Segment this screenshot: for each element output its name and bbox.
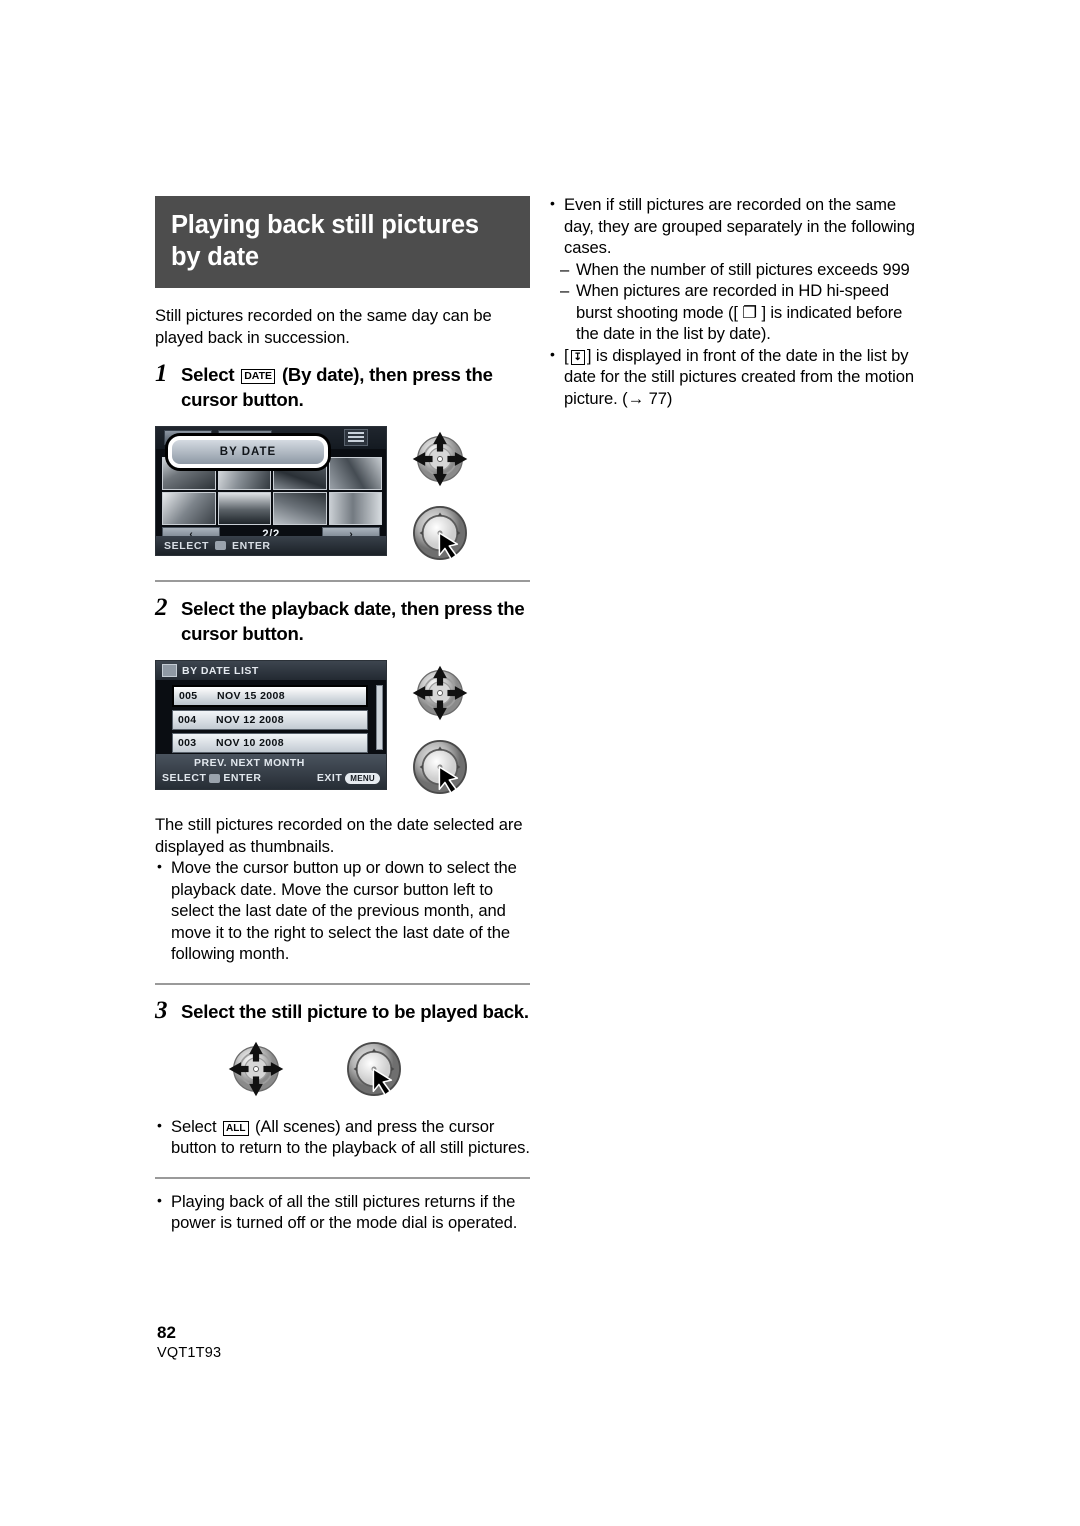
lcd2-bottom-bar: PREV. NEXT MONTH SELECT ENTER EXIT MENU <box>156 754 386 789</box>
step-3-bullet-list: Select ALL (All scenes) and press the cu… <box>155 1115 530 1159</box>
step-2: 2 Select the playback date, then press t… <box>155 595 530 646</box>
photo-mode-icon <box>162 664 177 677</box>
bracket-open: [ <box>564 345 569 365</box>
lcd2-select-enter: SELECT ENTER <box>162 772 262 784</box>
motion-picture-capture-icon: ↧ <box>570 349 585 365</box>
step-2-illustration: BY DATE LIST 005 NOV 15 2008 004 NOV 12 … <box>155 660 530 798</box>
lcd-screenshot-by-date-list: BY DATE LIST 005 NOV 15 2008 004 NOV 12 … <box>155 660 387 790</box>
step-1-text: Select DATE (By date), then press the cu… <box>181 361 530 412</box>
all-icon: ALL <box>223 1120 249 1136</box>
lcd-screenshot-by-date-grid: BY DATE ‹ 2/2 › SELECT ENTER <box>155 426 387 556</box>
step-3-illustration <box>225 1038 530 1100</box>
page-reference: 77 <box>648 388 667 408</box>
list-item: Select ALL (All scenes) and press the cu… <box>155 1115 530 1159</box>
step-1-number: 1 <box>155 360 168 387</box>
thumbnail <box>217 492 271 525</box>
cursor-button-4way-icon <box>412 431 468 487</box>
final-bullet-list: Playing back of all the still pictures r… <box>155 1190 530 1234</box>
list-item: Playing back of all the still pictures r… <box>155 1190 530 1234</box>
cursor-button-press-icon <box>413 506 467 560</box>
section-heading-line2: by date <box>171 243 259 271</box>
date-row-date: NOV 15 2008 <box>217 690 286 702</box>
right-column-notes-2: [↧] is displayed in front of the date in… <box>548 344 920 410</box>
document-id: VQT1T93 <box>157 1345 222 1361</box>
date-row-date: NOV 12 2008 <box>216 714 285 726</box>
scrollbar <box>376 685 383 750</box>
step-3-number: 3 <box>155 996 168 1024</box>
divider-1 <box>155 580 530 582</box>
lcd1-bottom-bar: SELECT ENTER <box>156 536 386 555</box>
step-2-number: 2 <box>155 594 168 621</box>
lcd1-enter-label: ENTER <box>232 539 271 552</box>
step-2-bullet-list: Move the cursor button up or down to sel… <box>155 856 530 965</box>
date-list: 005 NOV 15 2008 004 NOV 12 2008 003 NOV … <box>172 685 368 756</box>
date-list-row: 005 NOV 15 2008 <box>172 685 368 707</box>
date-row-index: 003 <box>178 737 197 749</box>
list-item: Move the cursor button up or down to sel… <box>155 856 530 965</box>
thumbnail <box>273 492 327 525</box>
list-item: Even if still pictures are recorded on t… <box>548 193 920 259</box>
thumbnail <box>328 457 382 490</box>
step-2-note: The still pictures recorded on the date … <box>155 815 523 856</box>
menu-icon <box>344 429 368 446</box>
lcd1-select-label: SELECT <box>164 539 210 552</box>
document-page: Playing back still pictures by date Stil… <box>0 0 1080 1526</box>
thumbnail <box>328 492 382 525</box>
list-item: When the number of still pictures exceed… <box>560 259 920 281</box>
page-number: 82 <box>157 1323 176 1342</box>
joystick-icon <box>209 773 221 783</box>
lcd2-header: BY DATE LIST <box>156 661 386 680</box>
cursor-button-4way-icon <box>228 1041 284 1096</box>
step-1-illustration: BY DATE ‹ 2/2 › SELECT ENTER <box>155 426 530 564</box>
menu-button-badge: MENU <box>345 772 380 784</box>
lcd2-enter-label: ENTER <box>223 772 262 784</box>
divider-3 <box>155 1176 530 1179</box>
section-heading-banner: Playing back still pictures by date <box>155 196 530 288</box>
bracket-close: ) <box>666 388 673 408</box>
list-item: [↧] is displayed in front of the date in… <box>548 344 920 410</box>
step-1: 1 Select DATE (By date), then press the … <box>155 361 530 412</box>
date-list-row: 003 NOV 10 2008 <box>172 733 368 753</box>
bullet2-body: ] is displayed in front of the date in t… <box>564 345 914 408</box>
prev-next-month-label: PREV. NEXT MONTH <box>194 757 305 769</box>
step-3: 3 Select the still picture to be played … <box>155 996 530 1024</box>
cursor-button-illustrations-1 <box>409 426 471 564</box>
arrow-icon: → <box>627 388 645 408</box>
page-footer: 82 VQT1T93 <box>157 1323 221 1362</box>
lcd2-exit: EXIT MENU <box>317 772 380 784</box>
date-icon: DATE <box>241 369 276 384</box>
step-3-bullet-before: Select <box>171 1116 217 1136</box>
joystick-icon <box>215 541 227 550</box>
left-column: Playing back still pictures by date Stil… <box>155 196 530 1234</box>
cursor-button-illustrations-2 <box>409 660 471 798</box>
lcd2-title: BY DATE LIST <box>182 664 259 677</box>
cursor-button-press-icon <box>413 740 467 794</box>
step-3-text: Select the still picture to be played ba… <box>181 1000 529 1022</box>
cursor-button-4way-icon <box>412 665 468 721</box>
lcd2-select-label: SELECT <box>162 772 207 784</box>
date-row-index: 005 <box>179 690 198 702</box>
thumbnail <box>162 492 216 525</box>
by-date-pill-label: BY DATE <box>219 446 277 458</box>
right-column-sub-notes: When the number of still pictures exceed… <box>560 259 920 345</box>
lcd2-exit-label: EXIT <box>316 772 343 784</box>
step-2-text: Select the playback date, then press the… <box>181 598 525 644</box>
right-column-notes: Even if still pictures are recorded on t… <box>548 193 920 259</box>
list-item: When pictures are recorded in HD hi-spee… <box>560 280 920 345</box>
date-row-index: 004 <box>178 714 197 726</box>
divider-2 <box>155 982 530 985</box>
cursor-button-press-icon <box>347 1041 401 1096</box>
step-1-text-before: Select <box>181 364 235 385</box>
date-list-row: 004 NOV 12 2008 <box>172 710 368 730</box>
by-date-highlight-pill: BY DATE <box>168 436 328 468</box>
intro-paragraph: Still pictures recorded on the same day … <box>155 306 492 347</box>
date-row-date: NOV 10 2008 <box>216 737 285 749</box>
section-heading-line1: Playing back still pictures <box>171 211 479 239</box>
right-column: Even if still pictures are recorded on t… <box>548 193 920 410</box>
